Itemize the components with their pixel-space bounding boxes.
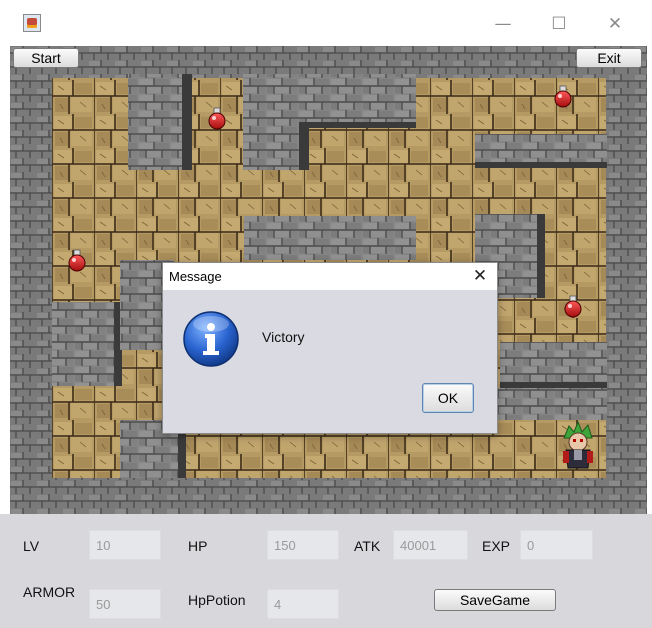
hp-field: 150 [267, 530, 339, 560]
info-icon [182, 310, 240, 368]
armor-field: 50 [89, 589, 161, 619]
exp-field: 0 [520, 530, 593, 560]
hp-label: HP [188, 538, 208, 554]
minimize-icon[interactable]: — [491, 12, 515, 36]
dialog-title: Message [169, 269, 222, 284]
lv-label: LV [23, 538, 40, 554]
java-app-icon [23, 14, 41, 32]
dialog-close-icon[interactable]: ✕ [469, 265, 491, 287]
hppotion-field: 4 [267, 589, 339, 619]
exit-button[interactable]: Exit [576, 48, 642, 68]
start-button[interactable]: Start [13, 48, 79, 68]
atk-field: 40001 [393, 530, 468, 560]
ok-button[interactable]: OK [422, 383, 474, 413]
atk-label: ATK [354, 538, 381, 554]
window-close-icon[interactable]: ✕ [603, 12, 627, 36]
lv-field: 10 [89, 530, 161, 560]
armor-label: ARMOR [23, 584, 76, 600]
savegame-button[interactable]: SaveGame [434, 589, 556, 611]
message-dialog: Message ✕ Victory OK [162, 262, 498, 434]
hppotion-label: HpPotion [188, 592, 246, 608]
dialog-message: Victory [262, 329, 305, 345]
maximize-icon[interactable]: ☐ [547, 12, 571, 36]
exp-label: EXP [482, 538, 511, 554]
